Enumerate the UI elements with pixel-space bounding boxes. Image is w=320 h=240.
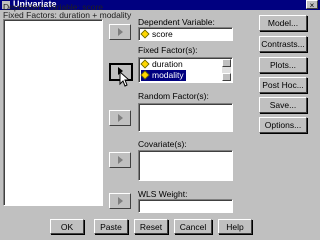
reset-button[interactable]: Reset xyxy=(134,219,168,234)
random-factors-list[interactable] xyxy=(138,103,233,132)
contrasts-button[interactable]: Contrasts... xyxy=(259,36,307,52)
scale-variable-icon xyxy=(140,29,150,39)
right-arrow-icon xyxy=(118,156,123,164)
scroll-down-icon[interactable] xyxy=(222,73,231,81)
close-icon[interactable]: × xyxy=(306,0,318,10)
right-arrow-icon xyxy=(118,28,123,36)
right-arrow-icon xyxy=(118,197,123,205)
covariates-label: Covariate(s): xyxy=(138,139,187,149)
move-covariate-button[interactable] xyxy=(109,152,131,168)
covariates-list[interactable] xyxy=(138,150,233,181)
variable-icon xyxy=(140,59,150,69)
fixed-factors-list[interactable]: duration modality xyxy=(138,57,233,83)
source-variable-list[interactable] xyxy=(3,19,103,206)
dependent-value: score xyxy=(140,29,173,40)
plots-button[interactable]: Plots... xyxy=(259,57,307,73)
cancel-button[interactable]: Cancel xyxy=(174,219,212,234)
list-item[interactable]: duration xyxy=(140,59,183,70)
variable-icon xyxy=(140,70,150,80)
random-factors-label: Random Factor(s): xyxy=(138,91,209,101)
ok-button[interactable]: OK xyxy=(50,219,84,234)
wls-label: WLS Weight: xyxy=(138,189,188,199)
wls-field[interactable] xyxy=(138,199,233,213)
fixed-factors-label: Fixed Factor(s): xyxy=(138,45,198,55)
dependent-label: Dependent Variable: xyxy=(138,17,215,27)
save-button[interactable]: Save... xyxy=(259,97,307,113)
mouse-cursor-icon xyxy=(119,71,129,87)
options-button[interactable]: Options... xyxy=(259,117,307,133)
help-button[interactable]: Help xyxy=(218,219,252,234)
move-random-factor-button[interactable] xyxy=(109,110,131,126)
post-hoc-button[interactable]: Post Hoc... xyxy=(259,77,307,93)
right-arrow-icon xyxy=(118,114,123,122)
move-dependent-button[interactable] xyxy=(109,24,131,40)
scrollbar[interactable] xyxy=(222,59,231,81)
dependent-field[interactable]: score xyxy=(138,27,233,41)
model-button[interactable]: Model... xyxy=(259,15,307,31)
scroll-up-icon[interactable] xyxy=(222,59,231,67)
paste-button[interactable]: Paste xyxy=(94,219,128,234)
list-item-selected[interactable]: modality xyxy=(140,70,186,81)
move-wls-button[interactable] xyxy=(109,193,131,209)
